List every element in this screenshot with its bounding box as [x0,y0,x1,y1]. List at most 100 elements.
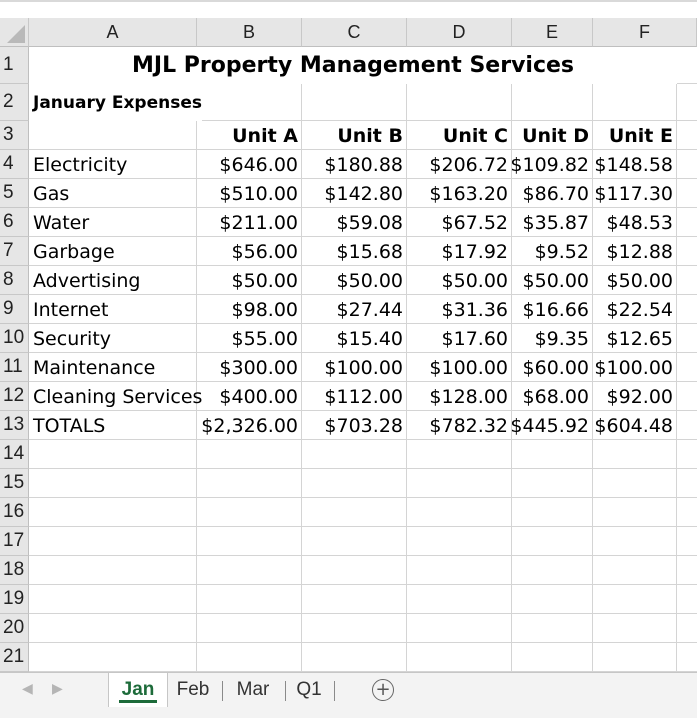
row-header-21[interactable]: 21 [0,643,29,672]
value-cell[interactable]: $50.00 [407,266,512,295]
value-cell[interactable]: $703.28 [302,411,407,440]
column-label-cell[interactable]: Unit D [512,121,593,150]
value-cell[interactable]: $55.00 [197,324,302,353]
value-cell[interactable]: $16.66 [512,295,593,324]
value-cell[interactable]: $17.92 [407,237,512,266]
value-cell[interactable]: $112.00 [302,382,407,411]
value-cell[interactable]: $67.52 [407,208,512,237]
add-sheet-button[interactable]: + [372,679,394,701]
value-cell[interactable]: $100.00 [407,353,512,382]
row-header-15[interactable]: 15 [0,469,29,498]
value-cell[interactable]: $59.08 [302,208,407,237]
row-label-cell[interactable]: Water [29,208,197,237]
column-header-d[interactable]: D [407,18,512,47]
value-cell[interactable]: $117.30 [593,179,677,208]
value-cell[interactable]: $12.65 [593,324,677,353]
row-header-4[interactable]: 4 [0,150,29,179]
row-label-cell[interactable]: Maintenance [29,353,197,382]
value-cell[interactable]: $142.80 [302,179,407,208]
row-header-13[interactable]: 13 [0,411,29,440]
column-header-f[interactable]: F [593,18,697,47]
value-cell[interactable]: $604.48 [593,411,677,440]
prev-sheet-icon[interactable]: ◀ [22,681,33,697]
row-header-14[interactable]: 14 [0,440,29,469]
row-label-cell[interactable]: Advertising [29,266,197,295]
value-cell[interactable]: $100.00 [593,353,677,382]
column-label-cell[interactable]: Unit A [197,121,302,150]
value-cell[interactable]: $50.00 [593,266,677,295]
value-cell[interactable]: $27.44 [302,295,407,324]
select-all-corner[interactable] [0,18,29,47]
value-cell[interactable]: $100.00 [302,353,407,382]
row-header-18[interactable]: 18 [0,556,29,585]
row-header-5[interactable]: 5 [0,179,29,208]
row-label-cell[interactable]: Security [29,324,197,353]
column-header-b[interactable]: B [197,18,302,47]
value-cell[interactable]: $31.36 [407,295,512,324]
row-header-8[interactable]: 8 [0,266,29,295]
value-cell[interactable]: $445.92 [510,411,593,440]
row-header-10[interactable]: 10 [0,324,29,353]
column-label-cell[interactable]: Unit B [302,121,407,150]
column-header-c[interactable]: C [302,18,407,47]
row-header-2[interactable]: 2 [0,84,29,121]
subtitle-cell[interactable]: January Expenses [29,84,203,121]
tab-q1[interactable]: Q1 [288,673,330,707]
value-cell[interactable]: $86.70 [512,179,593,208]
row-header-19[interactable]: 19 [0,585,29,614]
value-cell[interactable]: $48.53 [593,208,677,237]
value-cell[interactable]: $15.40 [302,324,407,353]
value-cell[interactable]: $9.52 [512,237,593,266]
row-label-cell[interactable]: Garbage [29,237,197,266]
row-header-7[interactable]: 7 [0,237,29,266]
value-cell[interactable]: $22.54 [593,295,677,324]
value-cell[interactable]: $12.88 [593,237,677,266]
column-label-cell[interactable]: Unit E [593,121,677,150]
tab-feb[interactable]: Feb [168,673,218,707]
row-label-cell[interactable]: TOTALS [29,411,197,440]
value-cell[interactable]: $98.00 [197,295,302,324]
value-cell[interactable]: $109.82 [510,150,593,179]
row-header-3[interactable]: 3 [0,121,29,150]
value-cell[interactable]: $50.00 [302,266,407,295]
value-cell[interactable]: $782.32 [407,411,512,440]
row-header-6[interactable]: 6 [0,208,29,237]
row-header-11[interactable]: 11 [0,353,29,382]
next-sheet-icon[interactable]: ▶ [52,681,63,697]
value-cell[interactable]: $148.58 [593,150,677,179]
row-header-1[interactable]: 1 [0,47,29,84]
column-label-cell[interactable]: Unit C [407,121,512,150]
value-cell[interactable]: $2,326.00 [197,411,302,440]
row-header-9[interactable]: 9 [0,295,29,324]
value-cell[interactable]: $206.72 [407,150,512,179]
value-cell[interactable]: $35.87 [512,208,593,237]
row-label-cell[interactable]: Gas [29,179,197,208]
column-header-a[interactable]: A [29,18,197,47]
value-cell[interactable]: $92.00 [593,382,677,411]
value-cell[interactable]: $56.00 [197,237,302,266]
value-cell[interactable]: $128.00 [407,382,512,411]
column-header-e[interactable]: E [512,18,593,47]
value-cell[interactable]: $68.00 [512,382,593,411]
row-label-cell[interactable]: Internet [29,295,197,324]
value-cell[interactable]: $17.60 [407,324,512,353]
row-header-12[interactable]: 12 [0,382,29,411]
row-header-20[interactable]: 20 [0,614,29,643]
row-header-17[interactable]: 17 [0,527,29,556]
spreadsheet-grid[interactable]: ABCDEF 1 2 3 4 5 6 7 8 9 10 11 12 13 14 15 16 17 18 19 20 21… [0,0,697,672]
row-label-cell[interactable]: Cleaning Services [29,382,202,411]
value-cell[interactable]: $646.00 [197,150,302,179]
value-cell[interactable]: $300.00 [197,353,302,382]
value-cell[interactable]: $400.00 [197,382,302,411]
value-cell[interactable]: $180.88 [302,150,407,179]
value-cell[interactable]: $15.68 [302,237,407,266]
tab-jan[interactable]: Jan [108,673,168,707]
value-cell[interactable]: $50.00 [512,266,593,295]
value-cell[interactable]: $50.00 [197,266,302,295]
sheet-title[interactable]: MJL Property Management Services [29,47,677,84]
row-header-16[interactable]: 16 [0,498,29,527]
value-cell[interactable]: $211.00 [197,208,302,237]
value-cell[interactable]: $163.20 [407,179,512,208]
value-cell[interactable]: $60.00 [512,353,593,382]
row-label-cell[interactable]: Electricity [29,150,197,179]
